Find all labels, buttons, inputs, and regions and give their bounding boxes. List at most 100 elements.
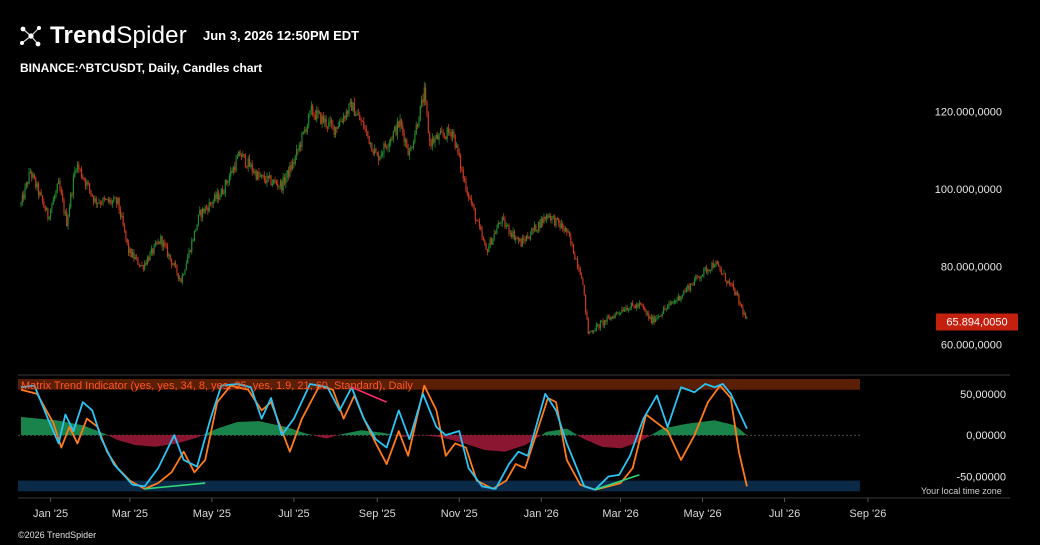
candle-body	[598, 324, 600, 329]
candle-body	[129, 248, 131, 254]
price-y-tick-label: 60.000,0000	[941, 339, 1002, 351]
candle-body	[692, 284, 694, 286]
candle-body	[246, 166, 248, 168]
candle-body	[632, 302, 634, 306]
candle-body	[501, 217, 503, 223]
candle-body	[98, 202, 100, 204]
candle-body	[429, 133, 431, 142]
x-tick-label: Nov '25	[441, 508, 478, 520]
x-tick-label: May '25	[193, 508, 231, 520]
candle-body	[521, 238, 524, 247]
candle-body	[728, 280, 731, 283]
candle-body	[390, 138, 392, 143]
candle-body	[736, 292, 739, 295]
candle-body	[103, 198, 105, 200]
candle-body	[636, 304, 638, 309]
candle-body	[735, 292, 737, 296]
candle-body	[472, 203, 474, 205]
candle-body	[621, 309, 623, 313]
candle-body	[300, 144, 302, 147]
candle-body	[305, 129, 307, 133]
candle-body	[76, 164, 79, 170]
candle-body	[742, 307, 744, 315]
candle-body	[653, 316, 655, 323]
candle-body	[718, 264, 720, 267]
candle-body	[251, 164, 253, 172]
candle-body	[477, 220, 479, 222]
candle-body	[493, 233, 495, 239]
candle-body	[72, 176, 75, 195]
candle-body	[583, 284, 585, 295]
candle-body	[645, 310, 647, 314]
candle-body	[336, 127, 338, 129]
candle-body	[267, 175, 269, 178]
candle-body	[575, 258, 577, 260]
candle-body	[696, 275, 698, 277]
candle-body	[507, 225, 509, 226]
candle-body	[179, 278, 181, 280]
candle-body	[672, 302, 674, 304]
candle-body	[349, 101, 351, 105]
candle-body	[79, 168, 81, 170]
candle-body	[20, 202, 22, 205]
candle-body	[677, 295, 679, 300]
candle-body	[52, 199, 54, 205]
candle-body	[118, 197, 120, 210]
candle-body	[242, 153, 244, 158]
candle-body	[94, 198, 96, 202]
candle-body	[193, 230, 196, 241]
candle-body	[580, 274, 583, 279]
candle-body	[203, 208, 205, 213]
candle-body	[688, 285, 690, 291]
candle-body	[152, 248, 154, 254]
candle-body	[115, 198, 118, 204]
candle-body	[609, 317, 611, 320]
candle-body	[716, 261, 718, 265]
candle-body	[328, 121, 330, 128]
x-tick-label: Jan '26	[524, 508, 559, 520]
candle-body	[710, 270, 712, 271]
candle-body	[187, 256, 189, 264]
candle-body	[730, 282, 732, 284]
candle-body	[508, 225, 510, 234]
price-y-tick-label: 80.000,0000	[941, 262, 1002, 274]
candle-body	[559, 223, 561, 228]
candle-body	[399, 119, 401, 128]
candle-body	[373, 148, 376, 154]
candle-body	[648, 313, 650, 319]
candle-body	[131, 252, 134, 258]
candle-body	[369, 142, 372, 144]
candle-body	[286, 169, 288, 178]
candle-body	[726, 281, 728, 284]
candle-body	[414, 134, 416, 143]
candle-body	[587, 318, 589, 334]
candle-body	[481, 229, 483, 238]
candle-body	[166, 246, 169, 257]
candle-body	[265, 180, 267, 183]
candle-body	[130, 248, 132, 258]
candle-body	[478, 220, 481, 227]
candle-body	[394, 126, 396, 132]
candle-body	[664, 308, 666, 310]
candle-body	[105, 199, 107, 200]
candle-body	[469, 197, 471, 199]
candle-body	[297, 149, 299, 151]
candle-body	[740, 303, 743, 308]
candle-body	[306, 124, 308, 133]
candle-body	[278, 186, 280, 187]
candle-body	[443, 135, 446, 137]
candle-body	[177, 273, 179, 279]
candle-body	[106, 198, 108, 200]
candle-body	[564, 228, 567, 232]
candle-body	[683, 291, 685, 295]
candle-body	[56, 184, 58, 192]
candle-body	[351, 101, 353, 111]
candle-body	[421, 99, 423, 106]
candle-body	[227, 182, 229, 184]
candle-body	[368, 135, 370, 144]
candle-body	[274, 180, 276, 182]
candle-body	[364, 128, 366, 130]
candle-body	[199, 209, 201, 215]
price-chart[interactable]: 60.000,0000 80.000,0000 100.000,0000 120.00…	[0, 0, 1040, 545]
candle-body	[324, 118, 326, 123]
